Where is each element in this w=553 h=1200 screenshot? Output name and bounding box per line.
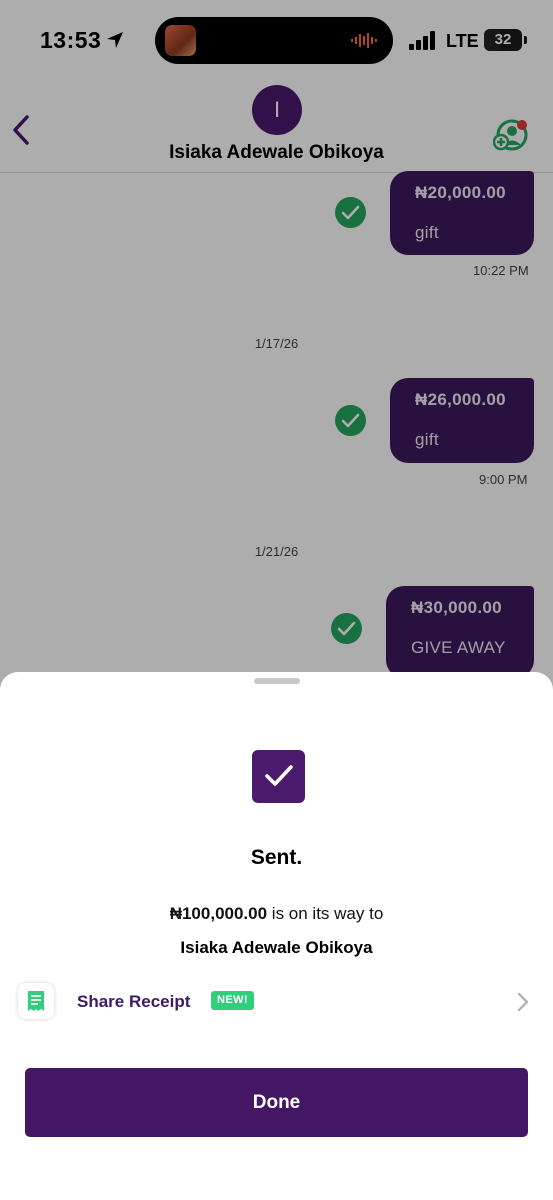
- share-receipt-row[interactable]: Share Receipt NEW!: [0, 980, 553, 1024]
- sheet-title: Sent.: [250, 846, 303, 869]
- recipient-name: Isiaka Adewale Obikoya: [180, 938, 373, 957]
- transfer-message-text: is on its way to: [267, 904, 384, 923]
- chevron-right-icon: [517, 992, 529, 1012]
- transfer-message: ₦100,000.00 is on its way to: [0, 904, 553, 924]
- transfer-amount: ₦100,000.00: [169, 904, 268, 923]
- done-button[interactable]: Done: [25, 1068, 528, 1137]
- success-check-icon: [252, 750, 305, 803]
- checkmark-icon: [265, 765, 293, 786]
- sheet-handle[interactable]: [254, 678, 300, 684]
- share-receipt-label: Share Receipt: [77, 992, 191, 1011]
- receipt-icon: [18, 983, 54, 1019]
- new-badge: NEW!: [211, 991, 254, 1010]
- success-sheet: Sent. ₦100,000.00 is on its way to Isiak…: [0, 672, 553, 1200]
